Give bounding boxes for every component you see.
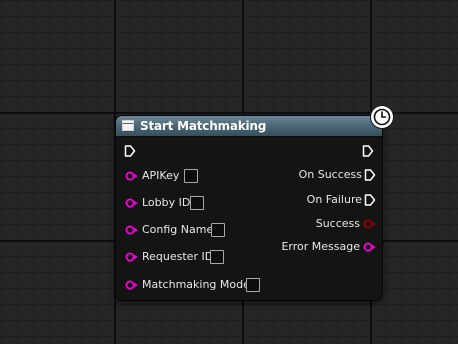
input-label: Matchmaking Mode <box>142 278 250 291</box>
requester-id-checkbox[interactable] <box>210 250 224 264</box>
string-pin-icon[interactable] <box>124 168 140 188</box>
input-label: APIKey <box>142 169 180 182</box>
node-title: Start Matchmaking <box>140 119 267 133</box>
input-label: Requester ID <box>142 250 214 263</box>
bool-pin-icon[interactable] <box>362 216 378 236</box>
clock-icon <box>371 106 393 128</box>
output-pin-success[interactable]: Success <box>288 216 378 232</box>
exec-pin-icon[interactable] <box>364 192 376 212</box>
input-label: Lobby ID <box>142 196 191 209</box>
output-pin-on-success[interactable]: On Success <box>286 167 376 183</box>
output-label: Success <box>315 217 360 230</box>
string-pin-icon[interactable] <box>124 222 140 242</box>
exec-in-pin-icon[interactable] <box>124 143 136 163</box>
input-pin-apikey[interactable]: APIKey <box>124 168 214 184</box>
node-header[interactable]: Start Matchmaking <box>116 116 382 137</box>
input-pin-config-name[interactable]: Config Name <box>124 222 234 238</box>
exec-out-pin-icon[interactable] <box>362 143 374 163</box>
output-pin-on-failure[interactable]: On Failure <box>286 192 376 208</box>
input-pin-matchmaking-mode[interactable]: Matchmaking Mode <box>124 277 264 293</box>
output-label: On Failure <box>306 193 362 206</box>
output-label: Error Message <box>281 240 360 253</box>
matchmaking-mode-checkbox[interactable] <box>246 278 260 292</box>
config-name-checkbox[interactable] <box>211 223 225 237</box>
output-pin-error-message[interactable]: Error Message <box>268 239 378 255</box>
input-pin-lobby-id[interactable]: Lobby ID <box>124 195 214 211</box>
string-pin-icon[interactable] <box>124 249 140 269</box>
apikey-checkbox[interactable] <box>184 169 198 183</box>
string-pin-icon[interactable] <box>124 195 140 215</box>
lobby-id-checkbox[interactable] <box>190 196 204 210</box>
input-label: Config Name <box>142 223 214 236</box>
function-icon <box>122 120 134 131</box>
output-label: On Success <box>298 168 362 181</box>
exec-pin-icon[interactable] <box>364 167 376 187</box>
input-pin-requester-id[interactable]: Requester ID <box>124 249 234 265</box>
string-pin-icon[interactable] <box>124 277 140 297</box>
string-pin-icon[interactable] <box>362 239 378 259</box>
